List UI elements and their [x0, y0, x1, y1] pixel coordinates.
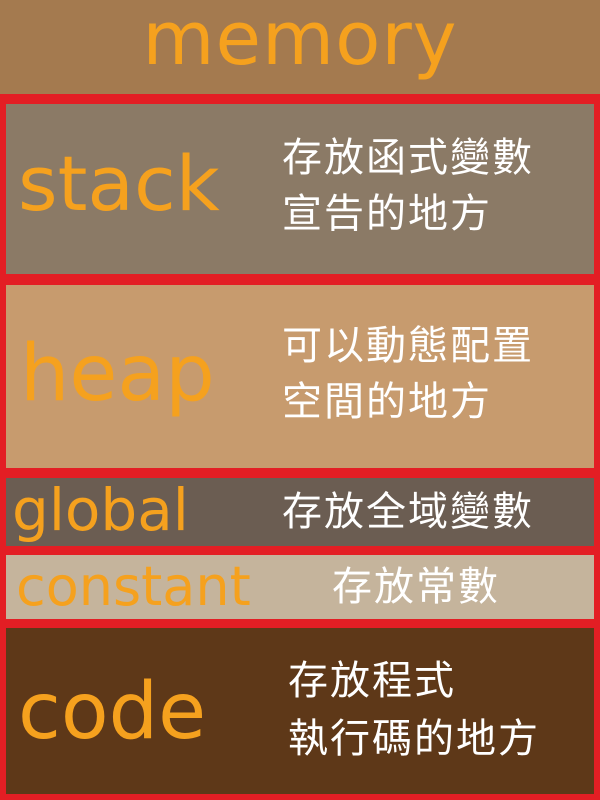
segment-description-stack: 存放函式變數 宣告的地方 — [282, 130, 534, 242]
description-line: 存放常數 — [332, 564, 500, 610]
memory-layout-diagram: memory stack 存放函式變數 宣告的地方 heap 可以動態配置 空間… — [0, 0, 600, 800]
segment-label-heap: heap — [20, 329, 215, 419]
segment-label-global: global — [12, 478, 189, 544]
description-line: 空間的地方 — [282, 379, 492, 425]
segment-description-global: 存放全域變數 — [282, 486, 534, 538]
segment-constant: constant 存放常數 — [6, 555, 594, 619]
segment-description-heap: 可以動態配置 空間的地方 — [282, 318, 534, 430]
description-line: 可以動態配置 — [282, 323, 534, 369]
segment-global: global 存放全域變數 — [6, 478, 594, 546]
segment-label-code: code — [18, 667, 207, 757]
description-line: 執行碼的地方 — [288, 716, 540, 762]
segment-heap: heap 可以動態配置 空間的地方 — [6, 285, 594, 468]
segment-label-stack: stack — [18, 139, 220, 228]
description-line: 存放全域變數 — [282, 489, 534, 535]
description-line: 宣告的地方 — [282, 191, 492, 237]
description-line: 存放程式 — [288, 658, 456, 704]
segment-description-constant: 存放常數 — [332, 561, 500, 613]
description-line: 存放函式變數 — [282, 135, 534, 181]
segment-stack: stack 存放函式變數 宣告的地方 — [6, 104, 594, 274]
segment-description-code: 存放程式 執行碼的地方 — [288, 652, 540, 768]
segment-code: code 存放程式 執行碼的地方 — [6, 628, 594, 794]
diagram-title: memory — [142, 0, 458, 82]
segment-label-constant: constant — [16, 555, 251, 618]
